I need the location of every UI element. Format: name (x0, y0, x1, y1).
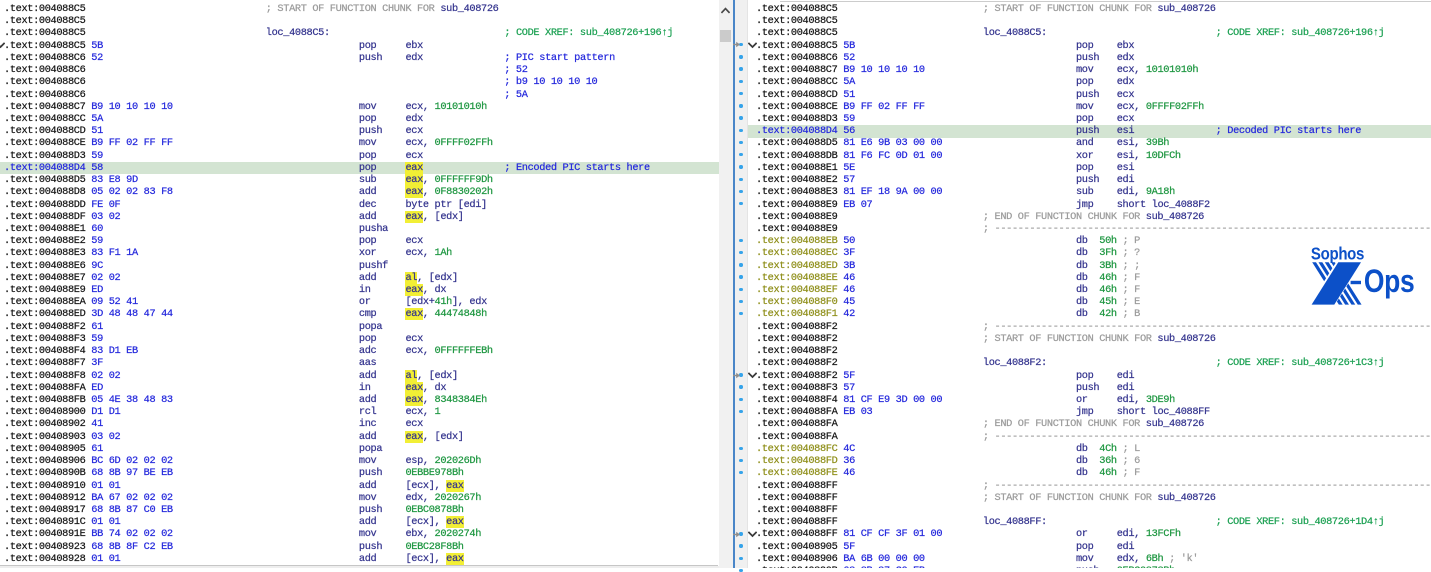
svg-text:Ops: Ops (1364, 263, 1415, 299)
svg-text:Sophos: Sophos (1311, 243, 1364, 263)
